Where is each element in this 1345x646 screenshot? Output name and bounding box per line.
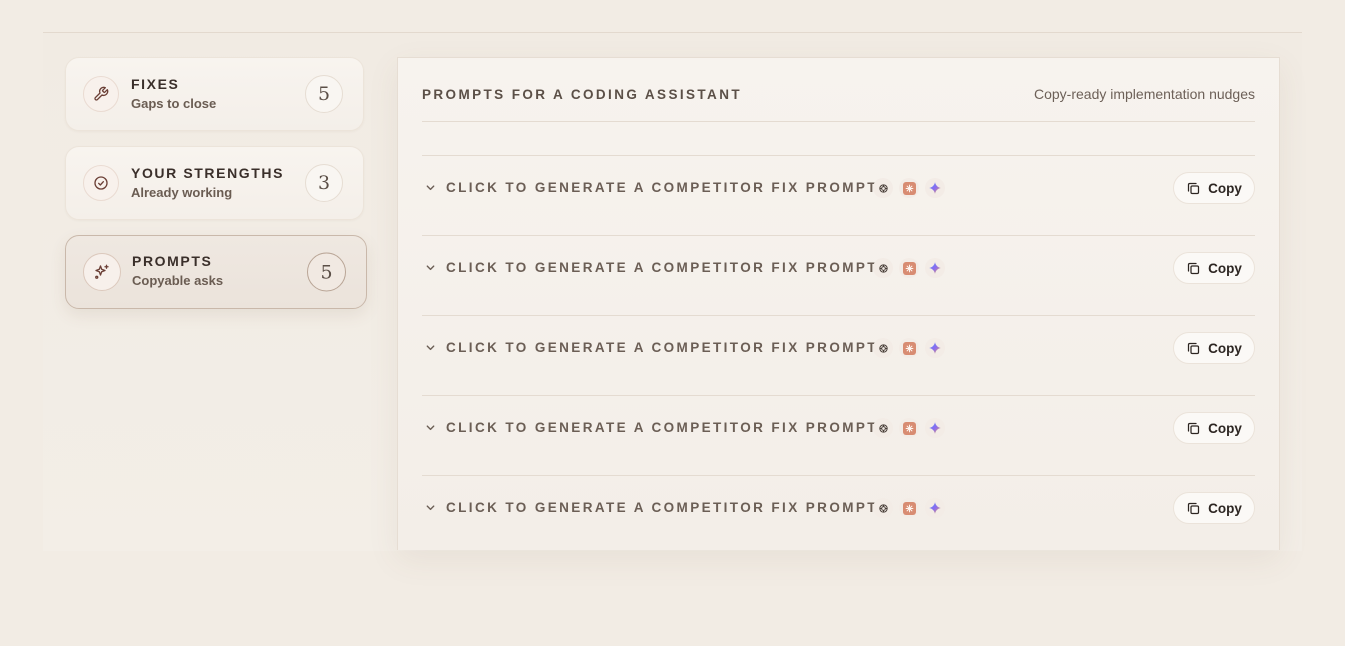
- claude-icon[interactable]: [899, 418, 919, 438]
- copy-label: Copy: [1208, 340, 1242, 356]
- copy-icon: [1188, 262, 1200, 274]
- ai-assistant-icons: [873, 258, 945, 278]
- prompt-list: CLICK TO GENERATE A COMPETITOR FIX PROMP…: [422, 155, 1255, 549]
- sidebar-item-title: FIXES: [131, 76, 180, 92]
- copy-label: Copy: [1208, 420, 1242, 436]
- sidebar-item-title: YOUR STRENGTHS: [131, 165, 285, 181]
- claude-icon[interactable]: [899, 498, 919, 518]
- claude-icon[interactable]: [899, 338, 919, 358]
- gemini-icon[interactable]: [925, 498, 945, 518]
- sidebar: FIXES Gaps to close 5 YOUR STRENGTHS Alr…: [65, 57, 367, 324]
- prompt-row: CLICK TO GENERATE A COMPETITOR FIX PROMP…: [422, 395, 1255, 475]
- prompt-label[interactable]: CLICK TO GENERATE A COMPETITOR FIX PROMP…: [446, 180, 883, 195]
- ai-assistant-icons: [873, 498, 945, 518]
- sidebar-item-title: PROMPTS: [132, 253, 213, 269]
- ai-assistant-icons: [873, 178, 945, 198]
- panel-title: PROMPTS FOR A CODING ASSISTANT: [422, 87, 743, 102]
- gemini-icon[interactable]: [925, 258, 945, 278]
- prompts-panel: PROMPTS FOR A CODING ASSISTANT Copy-read…: [397, 57, 1280, 550]
- sidebar-item-prompts[interactable]: PROMPTS Copyable asks 5: [65, 235, 367, 309]
- sparkles-icon: [83, 253, 121, 291]
- copy-label: Copy: [1208, 500, 1242, 516]
- copy-label: Copy: [1208, 260, 1242, 276]
- sidebar-item-fixes[interactable]: FIXES Gaps to close 5: [65, 57, 364, 131]
- prompt-row: CLICK TO GENERATE A COMPETITOR FIX PROMP…: [422, 315, 1255, 395]
- gemini-icon[interactable]: [925, 418, 945, 438]
- prompt-row: CLICK TO GENERATE A COMPETITOR FIX PROMP…: [422, 475, 1255, 549]
- sidebar-item-subtitle: Already working: [131, 185, 233, 200]
- copy-label: Copy: [1208, 180, 1242, 196]
- copy-button[interactable]: Copy: [1173, 332, 1255, 364]
- count-badge: 5: [307, 252, 346, 292]
- ai-assistant-icons: [873, 418, 945, 438]
- prompt-label[interactable]: CLICK TO GENERATE A COMPETITOR FIX PROMP…: [446, 420, 883, 435]
- copy-button[interactable]: Copy: [1173, 412, 1255, 444]
- copy-button[interactable]: Copy: [1173, 172, 1255, 204]
- wrench-icon: [83, 76, 119, 112]
- copy-icon: [1188, 422, 1200, 434]
- gemini-icon[interactable]: [925, 178, 945, 198]
- prompt-row: CLICK TO GENERATE A COMPETITOR FIX PROMP…: [422, 235, 1255, 315]
- sidebar-item-your-strengths[interactable]: YOUR STRENGTHS Already working 3: [65, 146, 364, 220]
- panel-subtitle: Copy-ready implementation nudges: [1033, 86, 1255, 102]
- copy-icon: [1188, 342, 1200, 354]
- chatgpt-icon[interactable]: [873, 258, 893, 278]
- gemini-icon[interactable]: [925, 338, 945, 358]
- sidebar-item-subtitle: Copyable asks: [132, 273, 224, 288]
- copy-button[interactable]: Copy: [1173, 492, 1255, 524]
- copy-icon: [1188, 182, 1200, 194]
- sidebar-item-subtitle: Gaps to close: [131, 96, 217, 111]
- chevron-down-icon[interactable]: [424, 341, 436, 353]
- chevron-down-icon[interactable]: [424, 501, 436, 513]
- prompt-label[interactable]: CLICK TO GENERATE A COMPETITOR FIX PROMP…: [446, 500, 883, 515]
- chatgpt-icon[interactable]: [873, 418, 893, 438]
- count-badge: 3: [305, 164, 343, 202]
- copy-button[interactable]: Copy: [1173, 252, 1255, 284]
- chatgpt-icon[interactable]: [873, 498, 893, 518]
- count-badge: 5: [305, 75, 343, 113]
- panel-header: PROMPTS FOR A CODING ASSISTANT Copy-read…: [422, 85, 1255, 122]
- prompt-label[interactable]: CLICK TO GENERATE A COMPETITOR FIX PROMP…: [446, 340, 883, 355]
- claude-icon[interactable]: [899, 178, 919, 198]
- chevron-down-icon[interactable]: [424, 261, 436, 273]
- check-circle-icon: [83, 165, 119, 201]
- prompt-row: CLICK TO GENERATE A COMPETITOR FIX PROMP…: [422, 155, 1255, 235]
- claude-icon[interactable]: [899, 258, 919, 278]
- chatgpt-icon[interactable]: [873, 338, 893, 358]
- copy-icon: [1188, 502, 1200, 514]
- chatgpt-icon[interactable]: [873, 178, 893, 198]
- chevron-down-icon[interactable]: [424, 421, 436, 433]
- ai-assistant-icons: [873, 338, 945, 358]
- prompt-label[interactable]: CLICK TO GENERATE A COMPETITOR FIX PROMP…: [446, 260, 883, 275]
- chevron-down-icon[interactable]: [424, 181, 436, 193]
